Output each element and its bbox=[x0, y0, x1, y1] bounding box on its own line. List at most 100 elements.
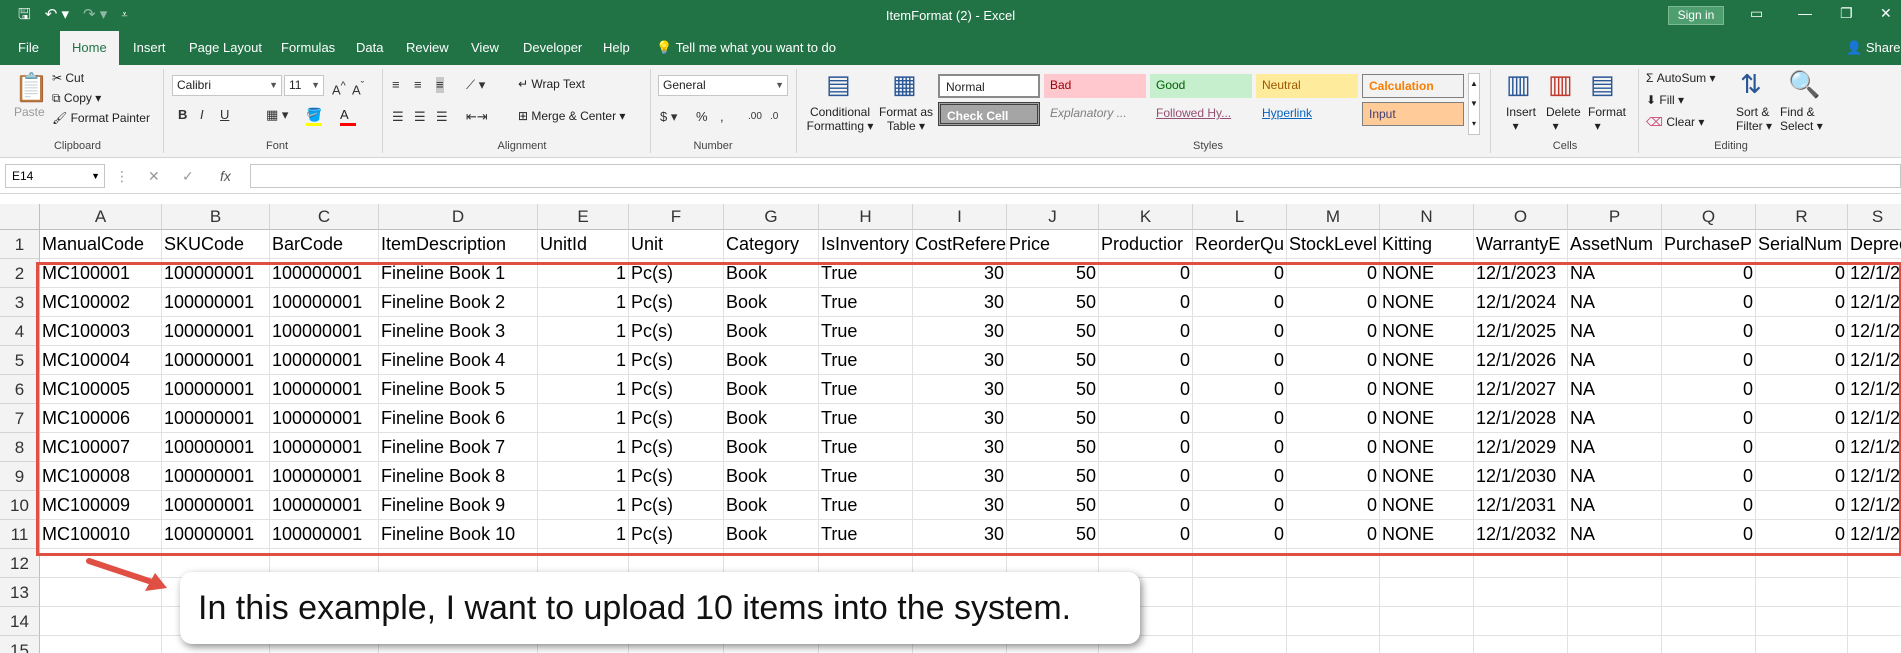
tab-view[interactable]: View bbox=[471, 40, 499, 55]
data-cell[interactable]: 1 bbox=[538, 404, 629, 433]
empty-cell[interactable] bbox=[1380, 578, 1474, 607]
font-name-select[interactable]: Calibri ▼ bbox=[172, 75, 282, 96]
data-cell[interactable]: 0 bbox=[1287, 375, 1380, 404]
data-cell[interactable]: 30 bbox=[913, 404, 1007, 433]
data-cell[interactable]: True bbox=[819, 520, 913, 549]
underline-button[interactable]: U bbox=[220, 107, 229, 123]
header-cell[interactable]: Price bbox=[1007, 230, 1099, 259]
data-cell[interactable]: MC100008 bbox=[40, 462, 162, 491]
data-cell[interactable]: 50 bbox=[1007, 520, 1099, 549]
column-header[interactable]: M bbox=[1287, 204, 1380, 230]
data-cell[interactable]: 0 bbox=[1756, 462, 1848, 491]
data-cell[interactable]: 30 bbox=[913, 288, 1007, 317]
align-right-icon[interactable]: ☰ bbox=[436, 109, 448, 125]
data-cell[interactable]: Fineline Book 9 bbox=[379, 491, 538, 520]
data-cell[interactable]: NONE bbox=[1380, 404, 1474, 433]
wrap-text-button[interactable]: ↵ Wrap Text bbox=[518, 77, 585, 91]
data-cell[interactable]: 12/1/2024 bbox=[1474, 288, 1568, 317]
data-cell[interactable]: 0 bbox=[1756, 288, 1848, 317]
empty-cell[interactable] bbox=[40, 636, 162, 653]
autosum-button[interactable]: Σ AutoSum ▾ bbox=[1646, 71, 1715, 85]
tab-formulas[interactable]: Formulas bbox=[281, 40, 335, 55]
header-cell[interactable]: WarrantyE bbox=[1474, 230, 1568, 259]
column-header[interactable]: P bbox=[1568, 204, 1662, 230]
data-cell[interactable]: 100000001 bbox=[162, 491, 270, 520]
indent-icon[interactable]: ⇤⇥ bbox=[466, 109, 488, 125]
data-cell[interactable]: 1 bbox=[538, 346, 629, 375]
data-cell[interactable]: 0 bbox=[1193, 375, 1287, 404]
data-cell[interactable]: Book bbox=[724, 259, 819, 288]
row-header[interactable]: 3 bbox=[0, 288, 40, 317]
data-cell[interactable]: 12/1/2 bbox=[1848, 433, 1901, 462]
header-cell[interactable]: UnitId bbox=[538, 230, 629, 259]
data-cell[interactable]: 0 bbox=[1287, 259, 1380, 288]
data-cell[interactable]: True bbox=[819, 491, 913, 520]
data-cell[interactable]: 0 bbox=[1099, 462, 1193, 491]
data-cell[interactable]: Fineline Book 6 bbox=[379, 404, 538, 433]
style-good[interactable]: Good bbox=[1150, 74, 1252, 98]
delete-cells-icon[interactable]: ▥ bbox=[1548, 69, 1573, 100]
find-select-icon[interactable]: 🔍 bbox=[1788, 69, 1820, 100]
data-cell[interactable]: 0 bbox=[1193, 491, 1287, 520]
empty-cell[interactable] bbox=[1848, 549, 1901, 578]
column-header[interactable]: D bbox=[379, 204, 538, 230]
style-normal[interactable]: Normal bbox=[938, 74, 1040, 98]
empty-cell[interactable] bbox=[1756, 607, 1848, 636]
data-cell[interactable]: 0 bbox=[1662, 375, 1756, 404]
tab-file[interactable]: File bbox=[18, 40, 39, 55]
data-cell[interactable]: 30 bbox=[913, 462, 1007, 491]
align-left-icon[interactable]: ☰ bbox=[392, 109, 404, 125]
data-cell[interactable]: 0 bbox=[1099, 317, 1193, 346]
bold-button[interactable]: B bbox=[178, 107, 187, 123]
data-cell[interactable]: 50 bbox=[1007, 404, 1099, 433]
insert-cells-icon[interactable]: ▥ bbox=[1506, 69, 1531, 100]
data-cell[interactable]: Book bbox=[724, 317, 819, 346]
data-cell[interactable]: 100000001 bbox=[270, 491, 379, 520]
row-header[interactable]: 13 bbox=[0, 578, 40, 607]
column-header[interactable]: Q bbox=[1662, 204, 1756, 230]
data-cell[interactable]: 30 bbox=[913, 433, 1007, 462]
decrease-font-icon[interactable]: Aˇ bbox=[352, 78, 364, 98]
delete-cells-button[interactable]: Delete ▾ bbox=[1546, 105, 1581, 133]
data-cell[interactable]: NA bbox=[1568, 259, 1662, 288]
data-cell[interactable]: MC100001 bbox=[40, 259, 162, 288]
data-cell[interactable]: 0 bbox=[1662, 317, 1756, 346]
data-cell[interactable]: Pc(s) bbox=[629, 259, 724, 288]
data-cell[interactable]: 12/1/2032 bbox=[1474, 520, 1568, 549]
conditional-formatting-icon[interactable]: ▤ bbox=[826, 69, 851, 100]
data-cell[interactable]: Fineline Book 5 bbox=[379, 375, 538, 404]
data-cell[interactable]: 12/1/2 bbox=[1848, 259, 1901, 288]
format-painter-button[interactable]: 🖌 Format Painter bbox=[52, 111, 150, 125]
paste-icon[interactable]: 📋 bbox=[14, 71, 49, 104]
close-icon[interactable]: ✕ bbox=[1880, 5, 1892, 22]
data-cell[interactable]: MC100003 bbox=[40, 317, 162, 346]
data-cell[interactable]: 0 bbox=[1756, 259, 1848, 288]
align-top-icon[interactable]: ≡ bbox=[392, 77, 400, 93]
number-format-select[interactable]: General ▼ bbox=[658, 75, 788, 96]
data-cell[interactable]: 100000001 bbox=[270, 288, 379, 317]
tab-page-layout[interactable]: Page Layout bbox=[189, 40, 262, 55]
empty-cell[interactable] bbox=[40, 607, 162, 636]
data-cell[interactable]: Book bbox=[724, 346, 819, 375]
data-cell[interactable]: 12/1/2 bbox=[1848, 346, 1901, 375]
data-cell[interactable]: 50 bbox=[1007, 491, 1099, 520]
data-cell[interactable]: 0 bbox=[1662, 404, 1756, 433]
data-cell[interactable]: 50 bbox=[1007, 259, 1099, 288]
insert-function-icon[interactable]: fx bbox=[220, 168, 231, 184]
data-cell[interactable]: 0 bbox=[1756, 520, 1848, 549]
data-cell[interactable]: 0 bbox=[1099, 520, 1193, 549]
data-cell[interactable]: Fineline Book 4 bbox=[379, 346, 538, 375]
data-cell[interactable]: 100000001 bbox=[270, 520, 379, 549]
row-header[interactable]: 5 bbox=[0, 346, 40, 375]
empty-cell[interactable] bbox=[1848, 578, 1901, 607]
data-cell[interactable]: 1 bbox=[538, 317, 629, 346]
data-cell[interactable]: Pc(s) bbox=[629, 346, 724, 375]
empty-cell[interactable] bbox=[1568, 549, 1662, 578]
data-cell[interactable]: Pc(s) bbox=[629, 317, 724, 346]
data-cell[interactable]: 1 bbox=[538, 433, 629, 462]
decrease-decimal-icon[interactable]: .0 bbox=[770, 109, 778, 125]
data-cell[interactable]: Fineline Book 1 bbox=[379, 259, 538, 288]
data-cell[interactable]: 0 bbox=[1193, 462, 1287, 491]
data-cell[interactable]: 0 bbox=[1193, 317, 1287, 346]
header-cell[interactable]: ManualCode bbox=[40, 230, 162, 259]
